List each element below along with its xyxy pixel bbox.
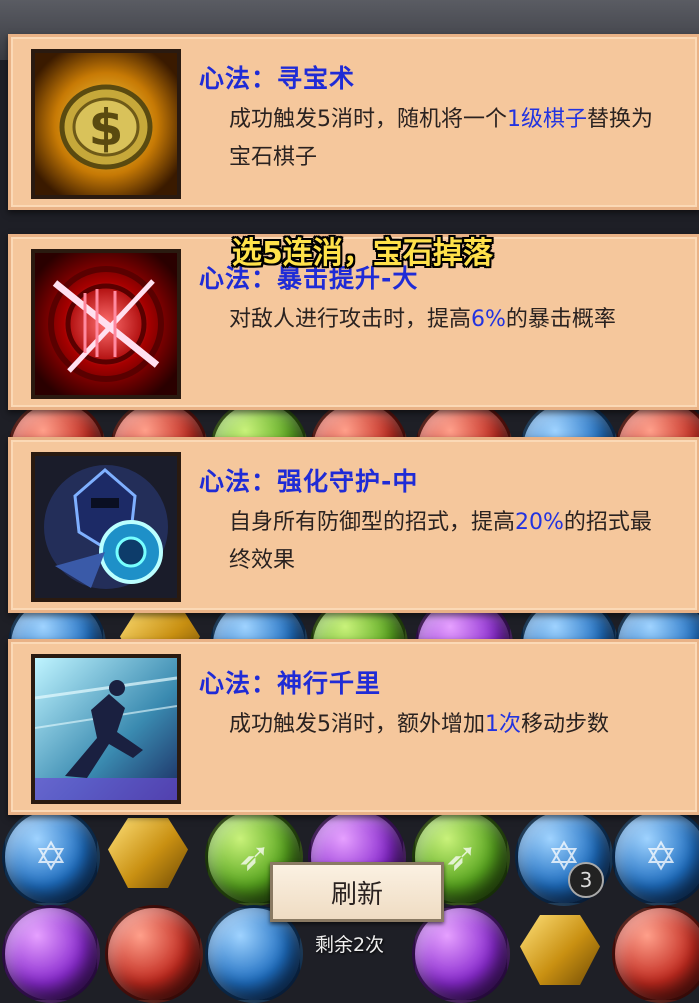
count-badge: 3 (568, 862, 604, 898)
tutorial-caption: 选5连消，宝石掉落 (232, 236, 493, 271)
critical-strike-icon (31, 249, 181, 399)
blue-orb: ✡ (2, 808, 100, 906)
svg-text:$: $ (89, 99, 124, 157)
skill-description: 对敌人进行攻击时，提高6%的暴击概率 (229, 307, 616, 332)
skill-title: 心法：神行千里 (199, 669, 382, 698)
shield-icon: ✡ (644, 834, 678, 880)
armored-knight-icon (31, 452, 181, 602)
shield-icon: ✡ (34, 834, 68, 880)
skill-title: 心法：寻宝术 (199, 64, 356, 93)
skill-description: 自身所有防御型的招式，提高20%的招式最终效果 (229, 510, 652, 573)
skill-card-treasure[interactable]: $ 心法：寻宝术 成功触发5消时，随机将一个1级棋子替换为宝石棋子 (8, 34, 699, 210)
skill-description: 成功触发5消时，额外增加1次移动步数 (229, 712, 610, 737)
gold-coin-icon: $ (31, 49, 181, 199)
dash-runner-icon (31, 654, 181, 804)
skill-description: 成功触发5消时，随机将一个1级棋子替换为宝石棋子 (229, 107, 654, 170)
remaining-refresh-count: 剩余2次 (314, 934, 385, 956)
skill-card-guard[interactable]: 心法：强化守护-中 自身所有防御型的招式，提高20%的招式最终效果 (8, 437, 699, 613)
skill-title: 心法：强化守护-中 (199, 467, 419, 496)
refresh-button[interactable]: 刷新 (270, 862, 444, 922)
skill-card-swiftness[interactable]: 心法：神行千里 成功触发5消时，额外增加1次移动步数 (8, 639, 699, 815)
blue-orb: ✡ (612, 808, 699, 906)
gold-gem (108, 818, 188, 888)
